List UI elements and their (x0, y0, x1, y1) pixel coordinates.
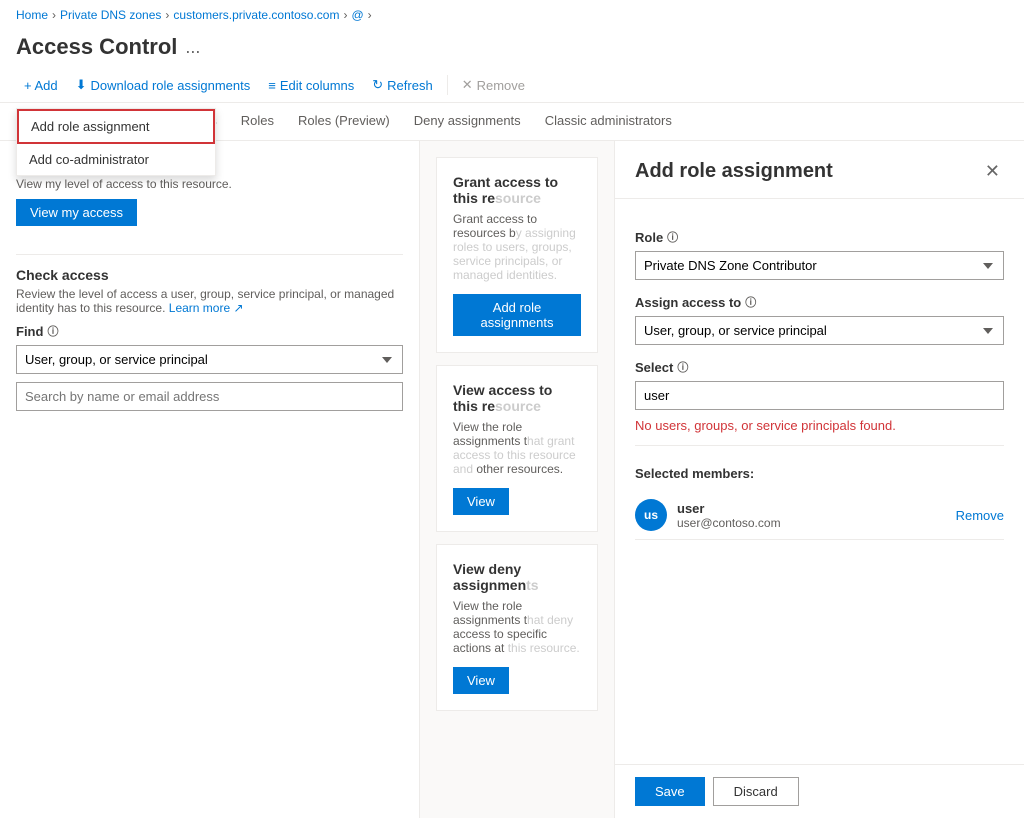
role-dropdown[interactable]: Private DNS Zone Contributor (635, 251, 1004, 280)
side-panel-title: Add role assignment (635, 160, 833, 183)
download-button[interactable]: ⬇ Download role assignments (68, 72, 259, 98)
assign-access-label: Assign access to ⓘ (635, 294, 1004, 310)
member-email: user@contoso.com (677, 516, 946, 530)
results-divider (635, 445, 1004, 446)
grant-access-card: Grant access to this resource Grant acce… (436, 157, 598, 353)
my-access-desc: View my level of access to this resource… (16, 177, 403, 191)
discard-button[interactable]: Discard (713, 777, 799, 806)
tab-classic-admin[interactable]: Classic administrators (533, 103, 684, 140)
refresh-button[interactable]: ↻ Refresh (364, 72, 440, 98)
breadcrumb: Home › Private DNS zones › customers.pri… (0, 0, 1024, 30)
learn-more-link[interactable]: Learn more ↗ (169, 301, 244, 315)
check-access-desc: Review the level of access a user, group… (16, 287, 403, 315)
member-name: user (677, 501, 946, 516)
close-panel-button[interactable]: ✕ (981, 157, 1004, 186)
view-access-card-desc: View the role assignments that grant acc… (453, 420, 581, 476)
tab-roles[interactable]: Roles (229, 103, 286, 140)
page-header: Access Control ... (0, 30, 1024, 68)
edit-columns-button[interactable]: ≡ Edit columns (260, 73, 362, 98)
cards-panel: Grant access to this resource Grant acce… (420, 141, 614, 818)
columns-icon: ≡ (268, 78, 276, 93)
add-dropdown-menu: Add role assignment Add co-administrator (16, 108, 216, 176)
member-item: us user user@contoso.com Remove (635, 491, 1004, 540)
toolbar-divider (447, 75, 448, 95)
side-panel-body: Role ⓘ Private DNS Zone Contributor Assi… (615, 199, 1024, 764)
member-avatar: us (635, 499, 667, 531)
no-results-text: No users, groups, or service principals … (635, 410, 1004, 441)
find-dropdown[interactable]: User, group, or service principal Manage… (16, 345, 403, 374)
member-remove-link[interactable]: Remove (956, 508, 1004, 523)
main-content: My access View my level of access to thi… (0, 141, 1024, 818)
breadcrumb-domain[interactable]: customers.private.contoso.com (173, 8, 339, 22)
add-button[interactable]: + Add (16, 73, 66, 98)
download-icon: ⬇ (76, 77, 87, 93)
remove-icon: ✕ (462, 77, 473, 93)
find-info-icon[interactable]: ⓘ (47, 323, 58, 339)
select-info-icon[interactable]: ⓘ (677, 359, 688, 375)
toolbar: + Add Add role assignment Add co-adminis… (0, 68, 1024, 103)
find-label: Find ⓘ (16, 323, 403, 339)
role-info-icon[interactable]: ⓘ (667, 229, 678, 245)
side-panel-footer: Save Discard (615, 764, 1024, 818)
tab-roles-preview[interactable]: Roles (Preview) (286, 103, 402, 140)
assign-access-info-icon[interactable]: ⓘ (745, 294, 756, 310)
breadcrumb-dns-zones[interactable]: Private DNS zones (60, 8, 161, 22)
add-role-assignments-button[interactable]: Add role assignments (453, 294, 581, 336)
panel-divider (16, 254, 403, 255)
view-access-button[interactable]: View (453, 488, 509, 515)
view-deny-card-desc: View the role assignments that deny acce… (453, 599, 581, 655)
grant-access-card-desc: Grant access to resources by assigning r… (453, 212, 581, 282)
save-button[interactable]: Save (635, 777, 705, 806)
view-my-access-button[interactable]: View my access (16, 199, 137, 226)
role-field-label: Role ⓘ (635, 229, 1004, 245)
side-panel-header: Add role assignment ✕ (615, 141, 1024, 199)
add-co-admin-menu-item[interactable]: Add co-administrator (17, 144, 215, 175)
view-deny-button[interactable]: View (453, 667, 509, 694)
view-deny-card: View deny assignments View the role assi… (436, 544, 598, 711)
more-options-icon[interactable]: ... (185, 37, 200, 58)
select-input[interactable] (635, 381, 1004, 410)
breadcrumb-at[interactable]: @ (351, 8, 363, 22)
grant-access-card-title: Grant access to this resource (453, 174, 581, 206)
view-access-card-title: View access to this resource (453, 382, 581, 414)
selected-members-label: Selected members: (635, 466, 1004, 481)
refresh-icon: ↻ (372, 77, 383, 93)
assign-access-dropdown[interactable]: User, group, or service principal Manage… (635, 316, 1004, 345)
search-input[interactable] (16, 382, 403, 411)
view-access-card: View access to this resource View the ro… (436, 365, 598, 532)
add-role-assignment-menu-item[interactable]: Add role assignment (17, 109, 215, 144)
remove-button[interactable]: ✕ Remove (454, 72, 533, 98)
member-info: user user@contoso.com (677, 501, 946, 530)
tab-deny-assignments[interactable]: Deny assignments (402, 103, 533, 140)
breadcrumb-home[interactable]: Home (16, 8, 48, 22)
left-panel: My access View my level of access to thi… (0, 141, 420, 818)
check-access-title: Check access (16, 267, 403, 283)
page-title: Access Control (16, 34, 177, 60)
select-field-label: Select ⓘ (635, 359, 1004, 375)
add-role-assignment-panel: Add role assignment ✕ Role ⓘ Private DNS… (614, 141, 1024, 818)
view-deny-card-title: View deny assignments (453, 561, 581, 593)
